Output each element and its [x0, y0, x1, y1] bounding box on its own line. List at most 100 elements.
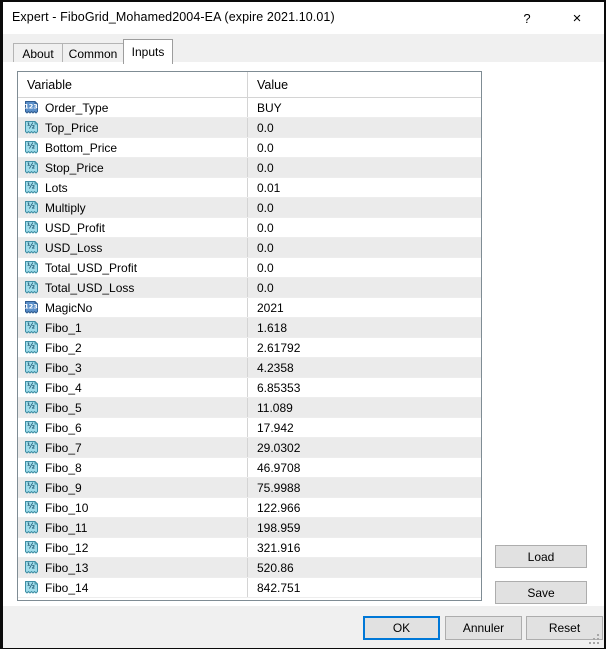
cell-value[interactable]: 0.0 — [247, 278, 481, 297]
cell-value[interactable]: 0.0 — [247, 238, 481, 257]
float-type-icon: ½ — [24, 120, 39, 135]
expert-properties-dialog: Expert - FiboGrid_Mohamed2004-EA (expire… — [0, 0, 606, 649]
help-button[interactable]: ? — [505, 2, 549, 34]
table-row[interactable]: ½Total_USD_Profit0.0 — [18, 258, 481, 278]
cell-value[interactable]: 11.089 — [247, 398, 481, 417]
svg-text:½: ½ — [27, 342, 35, 351]
cell-value[interactable]: 0.0 — [247, 158, 481, 177]
table-row[interactable]: ½Fibo_22.61792 — [18, 338, 481, 358]
svg-text:½: ½ — [27, 322, 35, 331]
column-header-value[interactable]: Value — [247, 72, 481, 97]
cell-value[interactable]: 0.01 — [247, 178, 481, 197]
variable-name: USD_Loss — [45, 241, 102, 255]
variable-name: Fibo_6 — [45, 421, 82, 435]
ok-button-label: OK — [393, 621, 410, 635]
table-row[interactable]: ½Top_Price0.0 — [18, 118, 481, 138]
cancel-button[interactable]: Annuler — [445, 616, 522, 640]
cell-value[interactable]: 842.751 — [247, 578, 481, 597]
cell-variable: ½Total_USD_Loss — [18, 278, 247, 297]
cell-value[interactable]: 46.9708 — [247, 458, 481, 477]
variable-name: Fibo_3 — [45, 361, 82, 375]
table-row[interactable]: ½Stop_Price0.0 — [18, 158, 481, 178]
table-row[interactable]: ½Total_USD_Loss0.0 — [18, 278, 481, 298]
float-type-icon: ½ — [24, 520, 39, 535]
cell-variable: ½Top_Price — [18, 118, 247, 137]
table-row[interactable]: 123MagicNo2021 — [18, 298, 481, 318]
table-row[interactable]: 123Order_TypeBUY — [18, 98, 481, 118]
variable-name: Fibo_9 — [45, 481, 82, 495]
table-row[interactable]: ½Fibo_10122.966 — [18, 498, 481, 518]
table-row[interactable]: ½Fibo_14842.751 — [18, 578, 481, 598]
question-mark-icon: ? — [523, 12, 530, 25]
table-row[interactable]: ½Fibo_11.618 — [18, 318, 481, 338]
table-row[interactable]: ½Fibo_511.089 — [18, 398, 481, 418]
cell-value[interactable]: 0.0 — [247, 138, 481, 157]
cell-value[interactable]: 0.0 — [247, 198, 481, 217]
cell-value[interactable]: 4.2358 — [247, 358, 481, 377]
cell-value[interactable]: 6.85353 — [247, 378, 481, 397]
svg-text:½: ½ — [27, 482, 35, 491]
variable-name: Fibo_10 — [45, 501, 88, 515]
table-row[interactable]: ½USD_Profit0.0 — [18, 218, 481, 238]
close-icon: × — [573, 11, 582, 26]
variable-name: Fibo_5 — [45, 401, 82, 415]
float-type-icon: ½ — [24, 340, 39, 355]
cell-variable: ½USD_Profit — [18, 218, 247, 237]
table-row[interactable]: ½ Fibo_9 75.9988 — [18, 478, 481, 498]
table-row[interactable]: ½ Fibo_3 4.2358 — [18, 358, 481, 378]
tab-common[interactable]: Common — [62, 43, 124, 64]
ok-button[interactable]: OK — [363, 616, 440, 640]
float-type-icon: ½ — [24, 280, 39, 295]
table-row[interactable]: ½ Fibo_8 46.9708 — [18, 458, 481, 478]
cell-value[interactable]: 75.9988 — [247, 478, 481, 497]
svg-text:½: ½ — [27, 162, 35, 171]
save-button[interactable]: Save — [495, 581, 587, 604]
cell-value[interactable]: 122.966 — [247, 498, 481, 517]
title-bar: Expert - FiboGrid_Mohamed2004-EA (expire… — [3, 2, 604, 34]
variable-name: Fibo_12 — [45, 541, 88, 555]
cell-variable: ½Multiply — [18, 198, 247, 217]
cell-value[interactable]: BUY — [247, 98, 481, 117]
cell-variable: ½Fibo_13 — [18, 558, 247, 577]
table-row[interactable]: ½Fibo_729.0302 — [18, 438, 481, 458]
float-type-icon: ½ — [24, 360, 39, 375]
table-row[interactable]: ½Fibo_46.85353 — [18, 378, 481, 398]
load-button[interactable]: Load — [495, 545, 587, 568]
cell-value[interactable]: 1.618 — [247, 318, 481, 337]
cell-value[interactable]: 0.0 — [247, 218, 481, 237]
inputs-grid[interactable]: Variable Value 123Order_TypeBUY½Top_Pric… — [17, 71, 482, 601]
cancel-button-label: Annuler — [463, 621, 504, 635]
variable-name: Fibo_8 — [45, 461, 82, 475]
tab-inputs[interactable]: Inputs — [123, 39, 173, 64]
svg-text:½: ½ — [27, 462, 35, 471]
float-type-icon: ½ — [24, 460, 39, 475]
cell-value[interactable]: 321.916 — [247, 538, 481, 557]
cell-value[interactable]: 17.942 — [247, 418, 481, 437]
cell-variable: ½Stop_Price — [18, 158, 247, 177]
cell-value[interactable]: 2021 — [247, 298, 481, 317]
table-row[interactable]: ½USD_Loss0.0 — [18, 238, 481, 258]
resize-grip[interactable] — [589, 634, 601, 646]
cell-variable: ½ Fibo_8 — [18, 458, 247, 477]
table-row[interactable]: ½Fibo_11198.959 — [18, 518, 481, 538]
table-row[interactable]: ½Fibo_13520.86 — [18, 558, 481, 578]
svg-text:½: ½ — [27, 182, 35, 191]
grip-dot — [597, 634, 599, 636]
cell-value[interactable]: 29.0302 — [247, 438, 481, 457]
column-header-variable[interactable]: Variable — [18, 72, 247, 97]
cell-value[interactable]: 520.86 — [247, 558, 481, 577]
cell-variable: ½Fibo_11 — [18, 518, 247, 537]
cell-variable: ½Lots — [18, 178, 247, 197]
cell-value[interactable]: 2.61792 — [247, 338, 481, 357]
table-row[interactable]: ½Lots0.01 — [18, 178, 481, 198]
cell-value[interactable]: 0.0 — [247, 258, 481, 277]
table-row[interactable]: ½Bottom_Price0.0 — [18, 138, 481, 158]
cell-value[interactable]: 0.0 — [247, 118, 481, 137]
int-type-icon: 123 — [24, 300, 39, 315]
table-row[interactable]: ½Multiply0.0 — [18, 198, 481, 218]
tab-about[interactable]: About — [13, 43, 63, 64]
cell-value[interactable]: 198.959 — [247, 518, 481, 537]
table-row[interactable]: ½Fibo_12321.916 — [18, 538, 481, 558]
table-row[interactable]: ½Fibo_617.942 — [18, 418, 481, 438]
close-button[interactable]: × — [555, 2, 599, 34]
